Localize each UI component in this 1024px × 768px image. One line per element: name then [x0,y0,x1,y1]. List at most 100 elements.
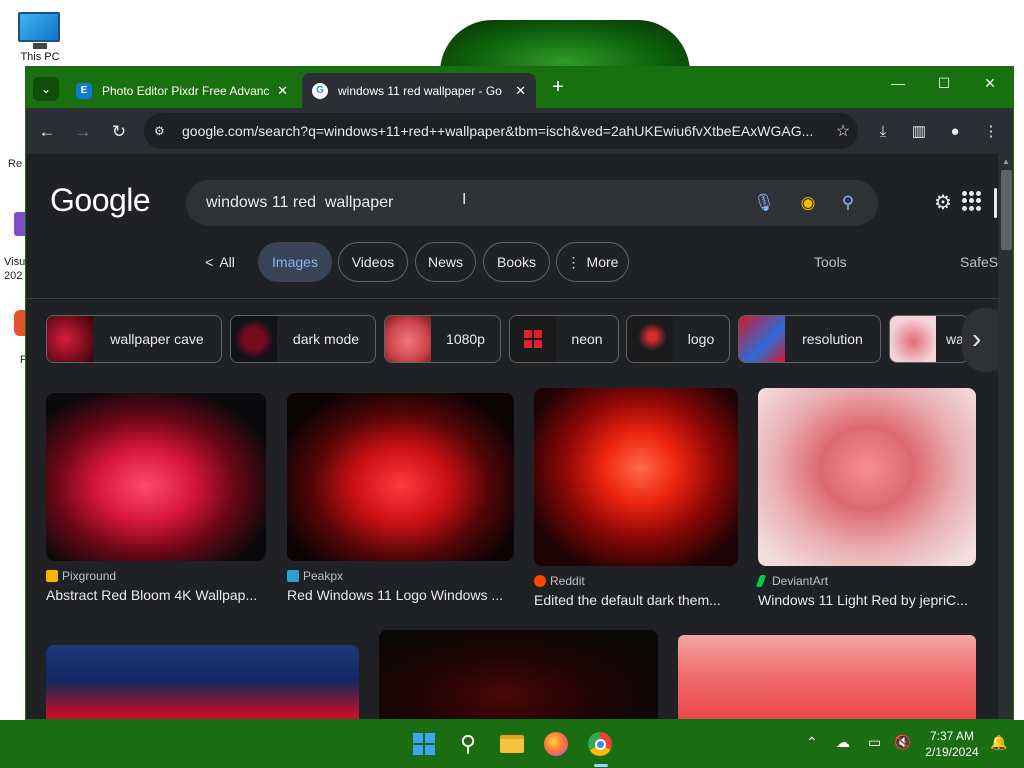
menu-kebab-icon[interactable]: ⋮ [979,120,1003,144]
deviantart-icon [755,575,767,587]
related-thumbnail [510,316,556,362]
result-source[interactable]: Peakpx [287,569,514,583]
active-app-indicator [594,764,608,767]
close-tab-icon[interactable]: ✕ [277,83,288,99]
desktop-icon-peek-label[interactable]: Re [8,158,22,170]
clock-date: 2/19/2024 [925,745,979,759]
result-title[interactable]: Red Windows 11 Logo Windows ... [287,587,514,603]
firefox-icon[interactable] [541,729,571,759]
result-title[interactable]: Abstract Red Bloom 4K Wallpap... [46,587,266,603]
pixlr-icon: E [76,82,92,99]
related-chip[interactable]: wa [889,315,969,363]
system-clock[interactable]: 7:37 AM 2/19/2024 [918,728,986,760]
image-result[interactable]: Reddit Edited the default dark them... [534,388,738,608]
network-icon[interactable]: ▭ [868,734,881,751]
google-icon: G [312,82,328,99]
divider [26,298,998,299]
account-avatar[interactable] [994,188,997,218]
new-tab-button[interactable]: + [546,76,570,100]
result-thumbnail[interactable] [758,388,976,566]
related-chip[interactable]: resolution [738,315,881,363]
related-chip[interactable]: wallpaper cave [46,315,222,363]
close-window-button[interactable]: ✕ [970,75,1010,92]
google-apps-icon[interactable] [962,191,982,211]
result-source[interactable]: Reddit [534,574,738,588]
chevron-left-icon: < [205,254,214,270]
related-thumbnail [627,316,673,362]
related-thumbnail [47,316,93,362]
result-title[interactable]: Edited the default dark them... [534,592,738,608]
forward-button[interactable]: → [71,120,95,144]
scrollbar-thumb[interactable] [1001,170,1012,250]
result-source[interactable]: DeviantArt [755,574,976,588]
chevron-down-icon[interactable]: ⌄ [33,77,59,101]
pixground-icon [46,570,58,582]
download-icon[interactable]: ⤓ [871,120,895,144]
text-cursor-icon: I [462,191,467,208]
minimize-button[interactable]: — [878,75,918,91]
more-vert-icon: ⋮ [566,253,581,270]
bookmark-star-icon[interactable]: ☆ [828,121,858,141]
safesearch-button[interactable]: SafeS [960,254,998,270]
result-thumbnail[interactable] [287,393,514,561]
lens-search-icon[interactable]: ◉ [796,191,820,215]
related-chip[interactable]: dark mode [230,315,376,363]
related-thumbnail [739,316,785,362]
notification-bell-icon[interactable]: 🔔 [990,734,1007,751]
site-info-icon[interactable]: ⚙ [154,124,172,138]
result-thumbnail[interactable] [46,393,266,561]
chevron-right-icon[interactable]: › [962,308,998,372]
tab-news[interactable]: News [415,242,476,282]
tab-books[interactable]: Books [483,242,550,282]
desktop-icon-peek-label: Visu [4,256,26,268]
google-logo[interactable]: Google [50,182,151,219]
profile-icon[interactable]: ● [943,120,967,144]
tab-videos[interactable]: Videos [338,242,408,282]
settings-gear-icon[interactable]: ⚙ [934,190,952,215]
tab-images[interactable]: Images [258,242,332,282]
voice-search-icon[interactable]: 🎙 [752,191,776,215]
onedrive-icon[interactable]: ☁ [836,734,850,751]
search-icon[interactable]: ⚲ [453,729,483,759]
maximize-button[interactable]: ☐ [924,75,964,92]
address-bar[interactable]: ⚙ google.com/search?q=windows+11+red++wa… [144,113,858,149]
result-source[interactable]: Pixground [46,569,266,583]
tools-button[interactable]: Tools [814,254,847,270]
file-explorer-icon[interactable] [497,729,527,759]
related-chip[interactable]: logo [626,315,730,363]
search-icon[interactable]: ⚲ [836,191,860,215]
search-input[interactable]: windows 11 red wallpaper I 🎙 ◉ ⚲ [186,180,878,226]
clock-time: 7:37 AM [929,729,975,743]
image-result[interactable]: Peakpx Red Windows 11 Logo Windows ... [287,393,514,603]
tab-photo-editor[interactable]: E Photo Editor Pixdr Free Advance ✕ [66,73,298,108]
scroll-up-icon[interactable]: ▲ [1002,157,1010,166]
reload-button[interactable]: ↻ [107,120,131,144]
related-chip[interactable]: neon [509,315,619,363]
chrome-icon[interactable] [585,729,615,759]
side-panel-icon[interactable]: ▥ [907,120,931,144]
search-query-text[interactable]: windows 11 red wallpaper [206,194,393,212]
image-result[interactable]: DeviantArt Windows 11 Light Red by jepri… [755,388,976,608]
windows-start-icon[interactable] [409,729,439,759]
related-chip[interactable]: 1080p [384,315,501,363]
result-thumbnail[interactable] [46,645,359,719]
browser-toolbar: ← → ↻ ⚙ google.com/search?q=windows+11+r… [26,108,1013,154]
back-button[interactable]: ← [35,120,59,144]
tab-more[interactable]: ⋮ More [556,242,629,282]
related-thumbnail [385,316,431,362]
image-result[interactable]: Pixground Abstract Red Bloom 4K Wallpap.… [46,393,266,603]
chrome-window: ⌄ E Photo Editor Pixdr Free Advance ✕ G … [25,66,1014,720]
page-scrollbar[interactable]: ▲ [998,154,1013,719]
result-thumbnail[interactable] [379,630,658,719]
result-thumbnail[interactable] [678,635,976,719]
url-text[interactable]: google.com/search?q=windows+11+red++wall… [182,123,828,139]
tab-all[interactable]: < All [192,242,248,282]
close-tab-icon[interactable]: ✕ [515,83,526,99]
this-pc-desktop-icon[interactable]: This PC [18,12,62,63]
title-bar: ⌄ E Photo Editor Pixdr Free Advance ✕ G … [26,67,1013,108]
result-thumbnail[interactable] [534,388,738,566]
chevron-up-icon[interactable]: ⌃ [806,734,818,751]
volume-muted-icon[interactable]: 🔇 [894,734,911,751]
result-title[interactable]: Windows 11 Light Red by jepriC... [758,592,976,608]
tab-google-search[interactable]: G windows 11 red wallpaper - Go ✕ [302,73,536,108]
